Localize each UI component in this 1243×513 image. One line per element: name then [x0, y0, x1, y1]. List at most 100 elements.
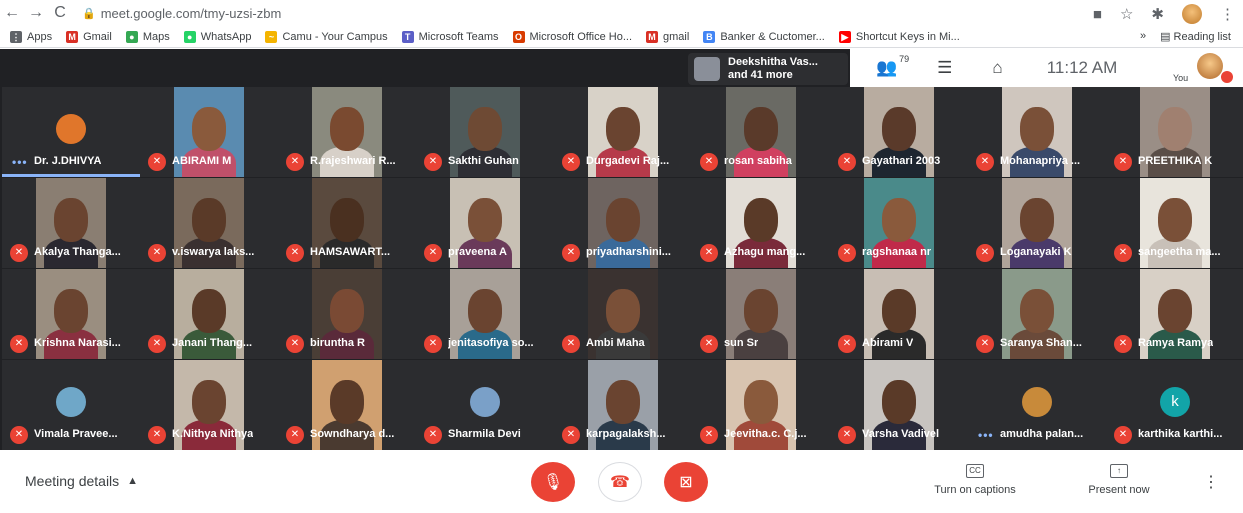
bookmark-item[interactable]: B Banker & Cuctomer... — [703, 30, 825, 43]
participant-tile[interactable]: ✕ praveena A — [416, 178, 554, 268]
participant-tile[interactable]: ✕ R.rajeshwari R... — [278, 87, 416, 177]
meeting-details-button[interactable]: Meeting details ▲ — [25, 473, 138, 489]
participant-name: Loganayaki K — [1000, 246, 1072, 258]
participant-face — [606, 107, 640, 151]
mic-muted-icon: ✕ — [700, 335, 718, 353]
participant-tile[interactable]: ✕ Loganayaki K — [968, 178, 1106, 268]
meeting-details-label: Meeting details — [25, 473, 120, 489]
bookmark-label: Banker & Cuctomer... — [720, 30, 825, 43]
mic-muted-icon: ✕ — [838, 335, 856, 353]
star-icon[interactable]: ☆ — [1120, 5, 1133, 23]
participant-tile[interactable]: ✕ K.Nithya Nithya — [140, 360, 278, 450]
back-icon[interactable]: ← — [0, 4, 24, 22]
address-bar[interactable]: 🔒 meet.google.com/tmy-uzsi-zbm — [82, 6, 281, 21]
mic-toggle-button[interactable]: 🎙 — [531, 462, 575, 502]
participant-tile[interactable]: k ✕ karthika karthi... — [1106, 360, 1243, 450]
participant-tile[interactable]: ✕ sangeetha ma... — [1106, 178, 1243, 268]
participant-tile[interactable]: ✕ HAMSAWART... — [278, 178, 416, 268]
participant-tile[interactable]: ✕ biruntha R — [278, 269, 416, 359]
bookmark-item[interactable]: O Microsoft Office Ho... — [512, 30, 632, 43]
more-options-icon[interactable]: ⋮ — [1203, 472, 1219, 492]
participant-face — [330, 107, 364, 151]
participant-name: sun Sr — [724, 337, 759, 349]
lock-icon: 🔒 — [82, 7, 96, 20]
menu-icon[interactable]: ⋮ — [1220, 5, 1235, 23]
participant-tile[interactable]: ✕ PREETHIKA K — [1106, 87, 1243, 177]
participant-tile[interactable]: ✕ Mohanapriya ... — [968, 87, 1106, 177]
bookmark-item[interactable]: T Microsoft Teams — [401, 30, 499, 43]
mic-muted-icon: ✕ — [424, 244, 442, 262]
participant-tile[interactable]: ✕ Vimala Pravee... — [2, 360, 140, 450]
participant-tile[interactable]: ✕ rosan sabiha — [692, 87, 830, 177]
reload-icon[interactable]: C — [48, 4, 72, 22]
reading-list-button[interactable]: ▤ Reading list — [1160, 30, 1231, 43]
mic-muted-icon: ✕ — [1114, 335, 1132, 353]
bookmark-item[interactable]: ▶ Shortcut Keys in Mi... — [838, 30, 960, 43]
pinned-participant-card[interactable]: Deekshitha Vas... and 41 more — [688, 53, 848, 85]
present-button[interactable]: ↑ Present now — [1084, 464, 1154, 496]
mic-muted-icon: ✕ — [148, 153, 166, 171]
bookmark-item[interactable]: M Gmail — [66, 30, 112, 43]
participant-tile[interactable]: ✕ Jeevitha.c. C.j... — [692, 360, 830, 450]
participant-tile[interactable]: ✕ karpagalaksh... — [554, 360, 692, 450]
leave-call-button[interactable]: ☎ — [598, 462, 642, 502]
gmail-icon: M — [66, 30, 79, 43]
participant-grid: ••• Dr. J.DHIVYA ✕ ABIRAMI M ✕ R.rajeshwari R… — [0, 87, 1243, 450]
bookmark-item[interactable]: ~ Camu - Your Campus — [265, 30, 388, 43]
participant-tile[interactable]: ✕ Abirami V — [830, 269, 968, 359]
bookmark-item[interactable]: ⋮ Apps — [10, 30, 52, 43]
participant-tile[interactable]: ✕ Krishna Narasi... — [2, 269, 140, 359]
captions-button[interactable]: CC Turn on captions — [928, 464, 1022, 496]
bookmark-item[interactable]: ● WhatsApp — [183, 30, 251, 43]
participant-tile[interactable]: ••• Dr. J.DHIVYA — [2, 87, 140, 177]
more-bookmarks-icon[interactable]: » — [1140, 30, 1146, 43]
bookmark-item[interactable]: ● Maps — [125, 30, 170, 43]
participant-tile[interactable]: ✕ Ambi Maha — [554, 269, 692, 359]
participant-tile[interactable]: ✕ Saranya Shan... — [968, 269, 1106, 359]
participant-tile[interactable]: ✕ Sowndharya d... — [278, 360, 416, 450]
mic-muted-icon: ✕ — [424, 153, 442, 171]
participant-tile[interactable]: ✕ v.iswarya laks... — [140, 178, 278, 268]
participant-name: Jeevitha.c. C.j... — [724, 428, 807, 440]
participant-avatar — [56, 387, 86, 417]
meet-info-panel: 👥 79 ☰ ⌂ 11:12 AM You — [850, 49, 1243, 87]
participant-tile[interactable]: ✕ ragshanaa nr — [830, 178, 968, 268]
camera-icon[interactable]: ■ — [1093, 6, 1102, 23]
whatsapp-icon: ● — [183, 30, 196, 43]
participant-tile[interactable]: ✕ sun Sr — [692, 269, 830, 359]
participant-tile[interactable]: ✕ ABIRAMI M — [140, 87, 278, 177]
participant-tile[interactable]: ✕ Ramya Ramya — [1106, 269, 1243, 359]
participant-name: Sakthi Guhan — [448, 155, 519, 167]
forward-icon[interactable]: → — [24, 4, 48, 22]
participant-tile[interactable]: ✕ priyadharshini... — [554, 178, 692, 268]
participant-tile[interactable]: ✕ jenitasofiya so... — [416, 269, 554, 359]
participant-tile[interactable]: ✕ Sharmila Devi — [416, 360, 554, 450]
participants-button[interactable]: 👥 79 — [876, 54, 909, 78]
participant-tile[interactable]: ✕ Janani Thang... — [140, 269, 278, 359]
participant-tile[interactable]: ✕ Azhagu mang... — [692, 178, 830, 268]
participant-tile[interactable]: ✕ Gayathari 2003 — [830, 87, 968, 177]
activities-button[interactable]: ⌂ — [992, 58, 1002, 78]
camera-toggle-button[interactable]: ⊠ — [664, 462, 708, 502]
chat-button[interactable]: ☰ — [937, 58, 952, 78]
participant-tile[interactable]: ✕ Durgadevi Raj... — [554, 87, 692, 177]
url-text[interactable]: meet.google.com/tmy-uzsi-zbm — [101, 6, 282, 21]
self-view[interactable]: You — [1173, 53, 1233, 83]
bank-icon: B — [703, 30, 716, 43]
participant-name: praveena A — [448, 246, 507, 258]
chat-icon: ☰ — [937, 58, 953, 77]
mic-muted-icon: ✕ — [10, 426, 28, 444]
participant-face — [192, 198, 226, 242]
participant-tile[interactable]: ✕ Varsha Vadivel — [830, 360, 968, 450]
bookmark-item[interactable]: Mgmail — [646, 30, 689, 43]
reading-list-icon: ▤ — [1160, 31, 1174, 43]
participant-tile[interactable]: ✕ Akalya Thanga... — [2, 178, 140, 268]
profile-avatar[interactable] — [1182, 4, 1202, 24]
speaking-indicator-icon: ••• — [978, 428, 994, 442]
participant-name: priyadharshini... — [586, 246, 671, 258]
participant-face — [1020, 289, 1054, 333]
extensions-icon[interactable]: ✱ — [1151, 5, 1164, 23]
participant-tile[interactable]: ••• amudha palan... — [968, 360, 1106, 450]
participant-name: Durgadevi Raj... — [586, 155, 670, 167]
participant-tile[interactable]: ✕ Sakthi Guhan — [416, 87, 554, 177]
